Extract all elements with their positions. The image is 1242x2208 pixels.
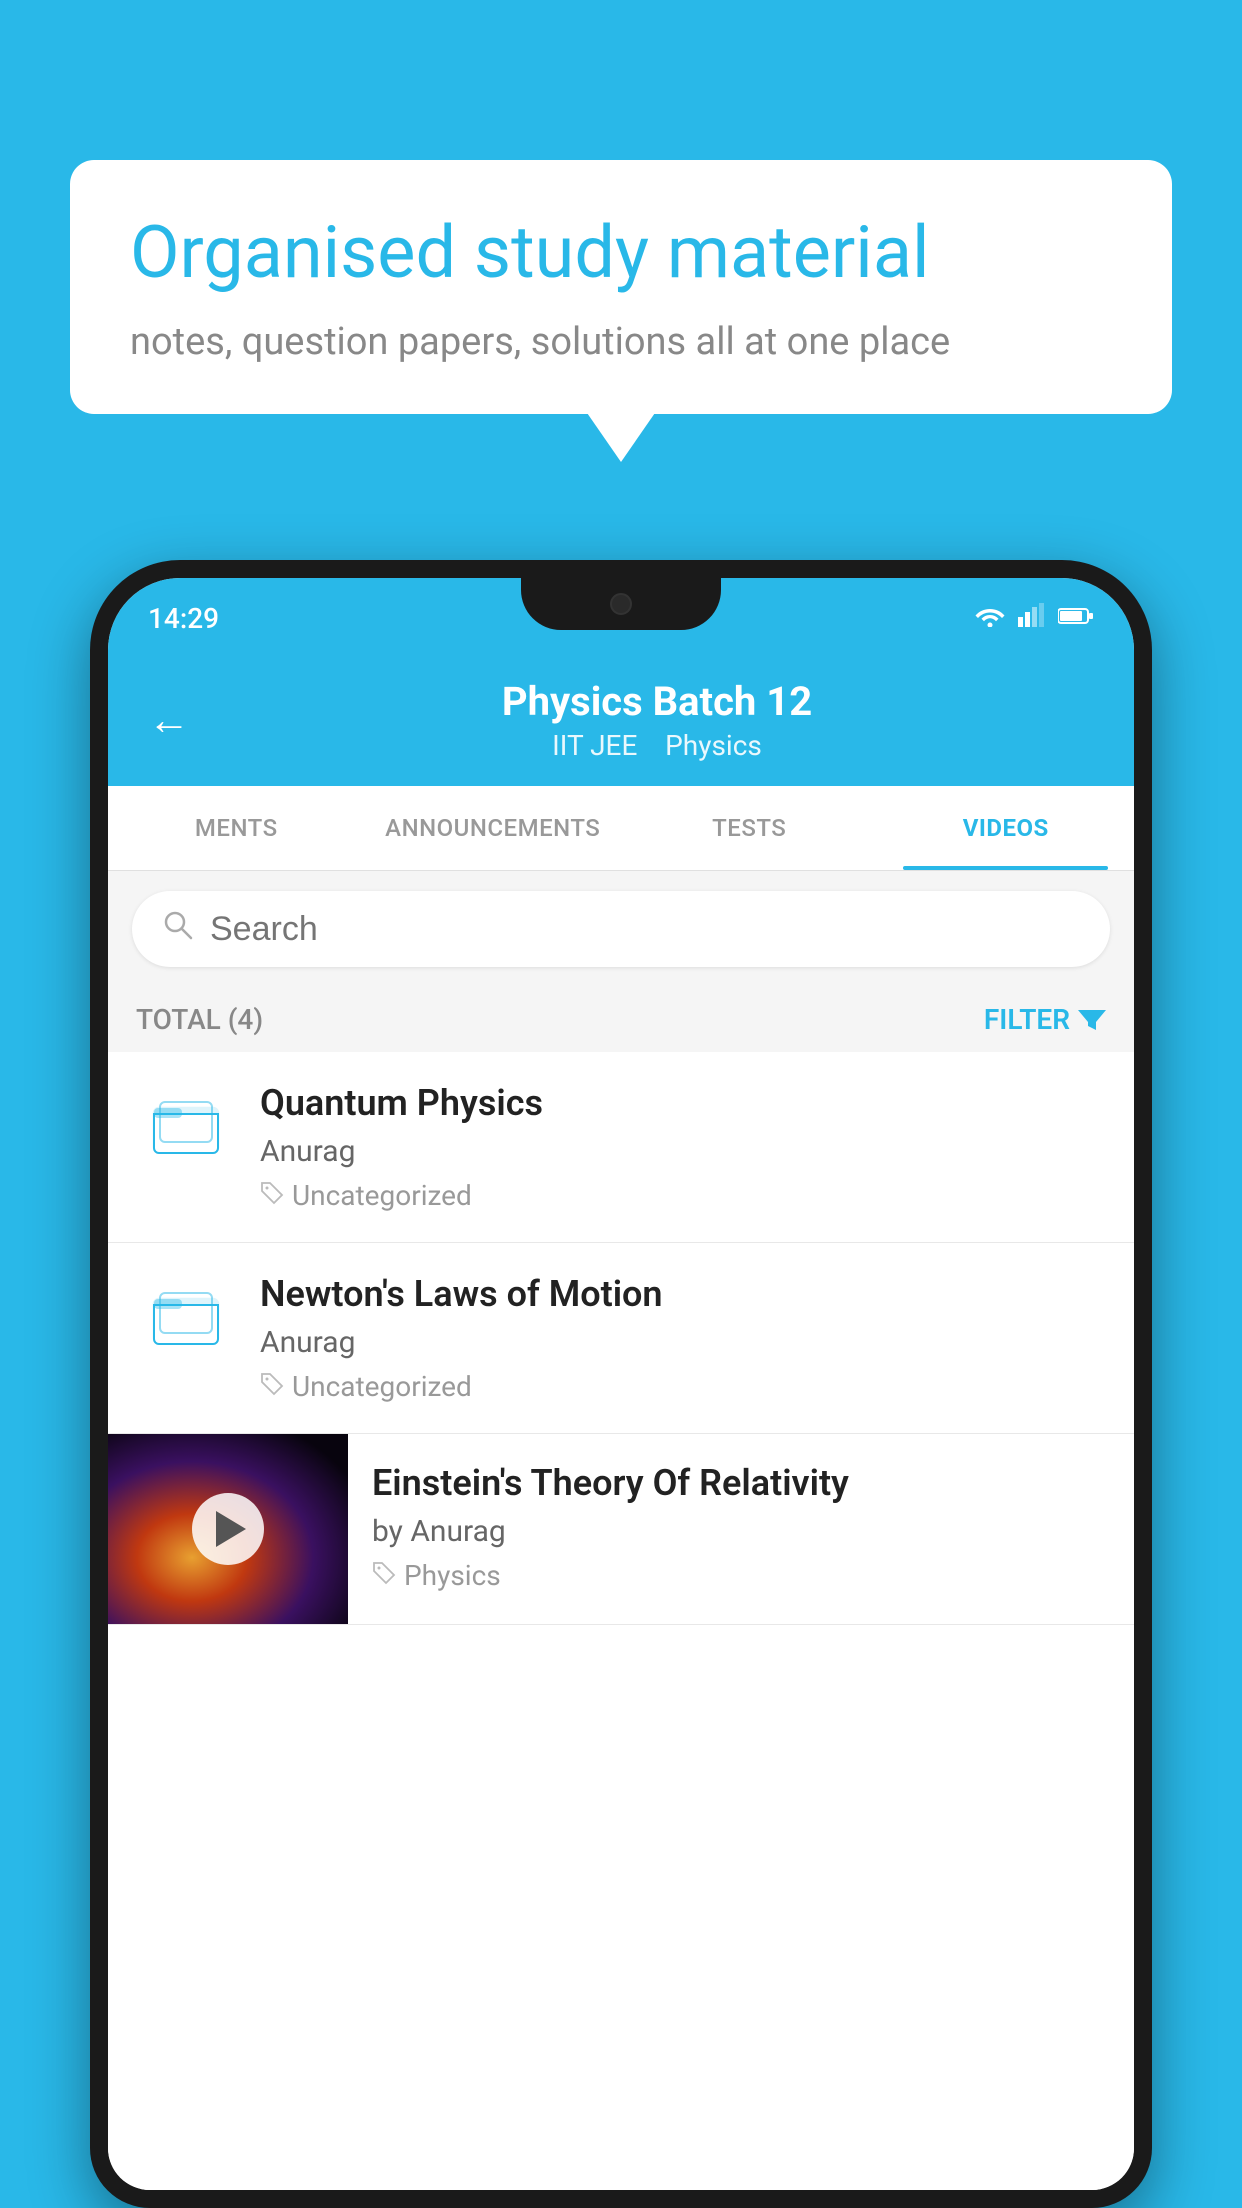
batch-title: Physics Batch 12: [220, 678, 1094, 725]
video-tag: Uncategorized: [260, 1370, 1106, 1403]
status-bar: 14:29: [108, 578, 1134, 658]
tab-tests[interactable]: TESTS: [621, 786, 878, 870]
video-folder-icon-container: [136, 1082, 236, 1158]
back-button[interactable]: ←: [148, 696, 190, 745]
phone-screen: 14:29: [108, 578, 1134, 2190]
video-folder-icon-container: [136, 1273, 236, 1349]
total-count: TOTAL (4): [136, 1003, 263, 1036]
batch-subtitle: IIT JEE Physics: [220, 729, 1094, 762]
search-input[interactable]: [210, 910, 1080, 949]
status-icons: [974, 603, 1094, 634]
app-header: ← Physics Batch 12 IIT JEE Physics: [108, 658, 1134, 786]
play-button[interactable]: [192, 1493, 264, 1565]
speech-bubble-heading: Organised study material: [130, 210, 1112, 296]
video-title: Quantum Physics: [260, 1082, 1106, 1124]
video-title: Newton's Laws of Motion: [260, 1273, 1106, 1315]
speech-bubble-container: Organised study material notes, question…: [70, 160, 1172, 414]
tag-label: Uncategorized: [292, 1179, 472, 1212]
camera-dot: [610, 593, 632, 615]
tag-icon: [260, 1181, 284, 1211]
video-info: Einstein's Theory Of Relativity by Anura…: [348, 1434, 1134, 1620]
video-info: Quantum Physics Anurag Uncategorized: [260, 1082, 1106, 1212]
video-tag: Physics: [372, 1559, 1110, 1592]
subtitle-iit: IIT JEE: [552, 729, 637, 762]
signal-icon: [1018, 603, 1046, 634]
tag-icon: [260, 1372, 284, 1402]
tag-label: Uncategorized: [292, 1370, 472, 1403]
list-item[interactable]: Einstein's Theory Of Relativity by Anura…: [108, 1434, 1134, 1625]
search-container: [108, 871, 1134, 987]
video-thumbnail: [108, 1434, 348, 1624]
video-title: Einstein's Theory Of Relativity: [372, 1462, 1110, 1504]
phone-frame: 14:29: [90, 560, 1152, 2208]
search-input-wrapper: [132, 891, 1110, 967]
filter-row: TOTAL (4) FILTER: [108, 987, 1134, 1052]
play-triangle-icon: [216, 1511, 246, 1547]
speech-bubble: Organised study material notes, question…: [70, 160, 1172, 414]
battery-icon: [1058, 603, 1094, 633]
list-item[interactable]: Newton's Laws of Motion Anurag Uncategor…: [108, 1243, 1134, 1434]
video-author: by Anurag: [372, 1514, 1110, 1549]
video-list: Quantum Physics Anurag Uncategorized: [108, 1052, 1134, 2190]
header-title-group: Physics Batch 12 IIT JEE Physics: [220, 678, 1094, 762]
list-item[interactable]: Quantum Physics Anurag Uncategorized: [108, 1052, 1134, 1243]
filter-icon: [1078, 1006, 1106, 1034]
tab-videos[interactable]: VIDEOS: [878, 786, 1135, 870]
speech-bubble-subtext: notes, question papers, solutions all at…: [130, 320, 1112, 364]
video-author: Anurag: [260, 1134, 1106, 1169]
tab-ments[interactable]: MENTS: [108, 786, 365, 870]
wifi-icon: [974, 603, 1006, 634]
video-tag: Uncategorized: [260, 1179, 1106, 1212]
tag-icon: [372, 1561, 396, 1591]
video-author: Anurag: [260, 1325, 1106, 1360]
tabs-container: MENTS ANNOUNCEMENTS TESTS VIDEOS: [108, 786, 1134, 871]
notch: [521, 578, 721, 630]
filter-label: FILTER: [984, 1003, 1070, 1036]
tag-label: Physics: [404, 1559, 501, 1592]
tab-announcements[interactable]: ANNOUNCEMENTS: [365, 786, 622, 870]
search-icon: [162, 909, 194, 949]
folder-icon: [150, 1086, 222, 1158]
video-info: Newton's Laws of Motion Anurag Uncategor…: [260, 1273, 1106, 1403]
status-time: 14:29: [148, 602, 219, 635]
folder-icon: [150, 1277, 222, 1349]
filter-button[interactable]: FILTER: [984, 1003, 1106, 1036]
subtitle-physics: Physics: [665, 729, 762, 762]
